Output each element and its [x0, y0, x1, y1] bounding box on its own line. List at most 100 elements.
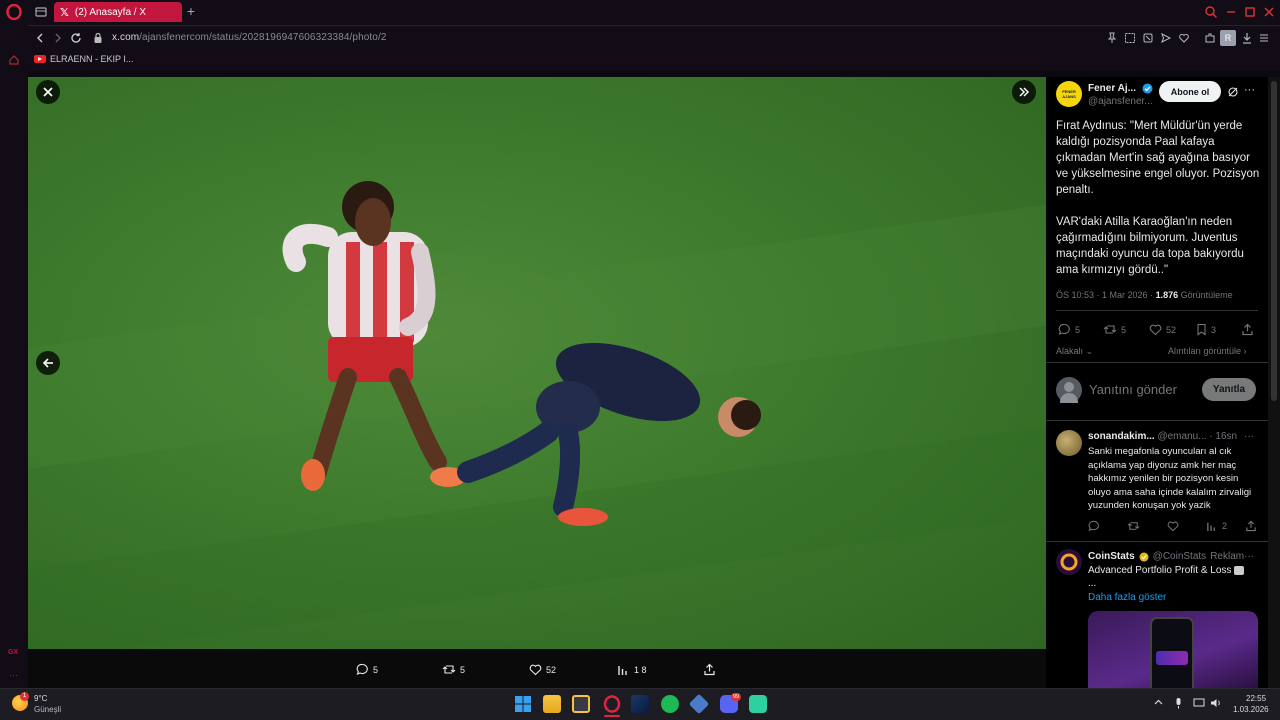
minimize-icon[interactable] [1224, 5, 1238, 19]
opera-logo-icon[interactable] [6, 4, 22, 20]
send-icon[interactable] [1160, 32, 1172, 44]
close-photo-button[interactable] [36, 80, 60, 104]
ad-avatar[interactable] [1056, 549, 1082, 575]
shield-icon[interactable] [1142, 32, 1154, 44]
reply-header: sonandakim... @emanu... · 16sn [1088, 431, 1237, 442]
reply-like-button[interactable] [1167, 520, 1179, 532]
tab-islands-icon[interactable] [34, 5, 48, 19]
search-icon[interactable] [1204, 5, 1218, 19]
display-icon[interactable] [1193, 698, 1205, 708]
spotify-icon[interactable] [661, 695, 679, 713]
heart-icon [529, 664, 542, 676]
sidebar-home-icon[interactable] [8, 54, 20, 66]
back-icon[interactable] [34, 32, 46, 44]
photo-views-button[interactable]: 1 8 [617, 663, 647, 676]
reply-reply-button[interactable] [1088, 520, 1100, 532]
show-more-link[interactable]: Daha fazla göster [1088, 592, 1166, 603]
photo-repost-button[interactable]: 5 [442, 663, 465, 676]
weather-condition[interactable]: Güneşli [34, 705, 61, 714]
reply-avatar[interactable] [1056, 430, 1082, 456]
new-tab-button[interactable]: + [184, 4, 198, 18]
tweet-share-icon[interactable] [1241, 323, 1254, 336]
previous-photo-button[interactable] [36, 351, 60, 375]
author-name[interactable]: Fener Aj... [1088, 83, 1136, 94]
divider [1046, 362, 1268, 363]
sort-dropdown[interactable]: Alakalı ⌄ [1056, 346, 1093, 357]
clock-date[interactable]: 1.03.2026 [1233, 705, 1269, 714]
gx-icon[interactable]: GX [8, 649, 18, 656]
ad-author-handle[interactable]: @CoinStats [1153, 551, 1207, 562]
view-quotes-link[interactable]: Alıntıları görüntüle › [1168, 346, 1247, 356]
more-options-icon[interactable]: ··· [1244, 84, 1255, 96]
url-path: /ajansfenercom/status/202819694760632338… [139, 32, 387, 43]
maximize-icon[interactable] [1243, 5, 1257, 19]
extensions-icon[interactable] [1204, 32, 1216, 44]
ad-more-icon[interactable]: ··· [1244, 551, 1254, 562]
photo-share-icon[interactable] [703, 663, 716, 676]
tab-active[interactable]: 𝕏 (2) Anasayfa / X [54, 2, 182, 22]
tweet-bookmark-button[interactable]: 3 [1196, 323, 1216, 336]
file-explorer-icon[interactable] [543, 695, 561, 713]
weather-temperature[interactable]: 9°C [34, 694, 47, 703]
youtube-icon [34, 55, 46, 63]
tweet-reply-button[interactable]: 5 [1058, 323, 1080, 336]
author-handle[interactable]: @ajansfener... [1088, 96, 1153, 107]
reply-author-handle[interactable]: @emanu... [1157, 431, 1206, 442]
reply-views-button[interactable]: 2 [1206, 520, 1227, 532]
reply-views-count: 2 [1222, 521, 1228, 531]
ad-label: Reklam [1210, 551, 1245, 562]
reply-input[interactable]: Yanıtını gönder [1089, 382, 1177, 397]
own-avatar[interactable] [1056, 377, 1082, 403]
sort-label: Alakalı [1056, 346, 1084, 356]
chevron-up-icon[interactable] [1154, 699, 1163, 705]
profile-icon[interactable]: R [1220, 30, 1236, 46]
heart-bookmark-icon[interactable] [1178, 32, 1190, 44]
opera-gx-taskbar-icon[interactable] [603, 695, 621, 713]
bookmark-item[interactable]: ELRAENN - EKIP I... [34, 54, 133, 64]
ad-media-image[interactable] [1088, 611, 1258, 688]
collapse-sidebar-button[interactable] [1012, 80, 1036, 104]
microphone-icon[interactable] [1174, 697, 1183, 709]
ad-author-name[interactable]: CoinStats [1088, 551, 1135, 562]
reply-share-icon[interactable] [1245, 520, 1257, 532]
store-icon[interactable] [572, 695, 590, 713]
close-window-icon[interactable] [1262, 5, 1276, 19]
photo-like-button[interactable]: 52 [529, 663, 556, 676]
quotes-label: Alıntıları görüntüle [1168, 346, 1242, 356]
reply-author-name[interactable]: sonandakim... [1088, 431, 1155, 442]
follow-button[interactable]: Abone ol [1159, 81, 1221, 102]
author-avatar[interactable]: FENER AJANS [1056, 81, 1082, 107]
forward-icon[interactable] [52, 32, 64, 44]
url-field[interactable]: x.com/ajansfenercom/status/2028196947606… [112, 32, 387, 43]
grok-icon[interactable] [1227, 86, 1239, 98]
volume-icon[interactable] [1210, 698, 1222, 708]
chat-app-icon[interactable] [749, 695, 767, 713]
steam-icon[interactable] [631, 695, 649, 713]
heart-icon [1149, 324, 1162, 336]
menu-icon[interactable] [1258, 32, 1270, 44]
clock-time[interactable]: 22:55 [1246, 694, 1266, 703]
pin-icon[interactable] [1106, 32, 1118, 44]
robot-icon [1234, 565, 1245, 575]
ad-text: Advanced Portfolio Profit & Loss [1088, 565, 1232, 576]
tweet-like-button[interactable]: 52 [1149, 323, 1176, 336]
tweet-repost-button[interactable]: 5 [1103, 323, 1126, 336]
download-icon[interactable] [1241, 32, 1253, 44]
scrollbar[interactable] [1268, 77, 1280, 688]
opera-sidebar [0, 25, 28, 688]
coinstats-logo-icon [1060, 553, 1078, 571]
photo-views-count: 1 8 [634, 664, 647, 675]
snapshot-icon[interactable] [1124, 32, 1136, 44]
photo-reply-button[interactable]: 5 [356, 663, 378, 676]
lock-icon[interactable] [93, 32, 103, 44]
windows-start-icon[interactable] [515, 696, 531, 712]
tweet-views-label: Görüntüleme [1180, 290, 1233, 300]
tweet-timestamp[interactable]: ÖS 10:53 · 1 Mar 2026 · [1056, 290, 1153, 300]
reply-submit-button[interactable]: Yanıtla [1202, 378, 1256, 401]
reply-more-icon[interactable]: ··· [1244, 431, 1254, 442]
reload-icon[interactable] [70, 32, 82, 44]
sidebar-more-icon[interactable]: ··· [9, 670, 18, 680]
reply-time[interactable]: · 16sn [1209, 431, 1237, 442]
reply-repost-button[interactable] [1127, 520, 1140, 532]
ad-text-line: Advanced Portfolio Profit & Loss [1088, 565, 1245, 576]
